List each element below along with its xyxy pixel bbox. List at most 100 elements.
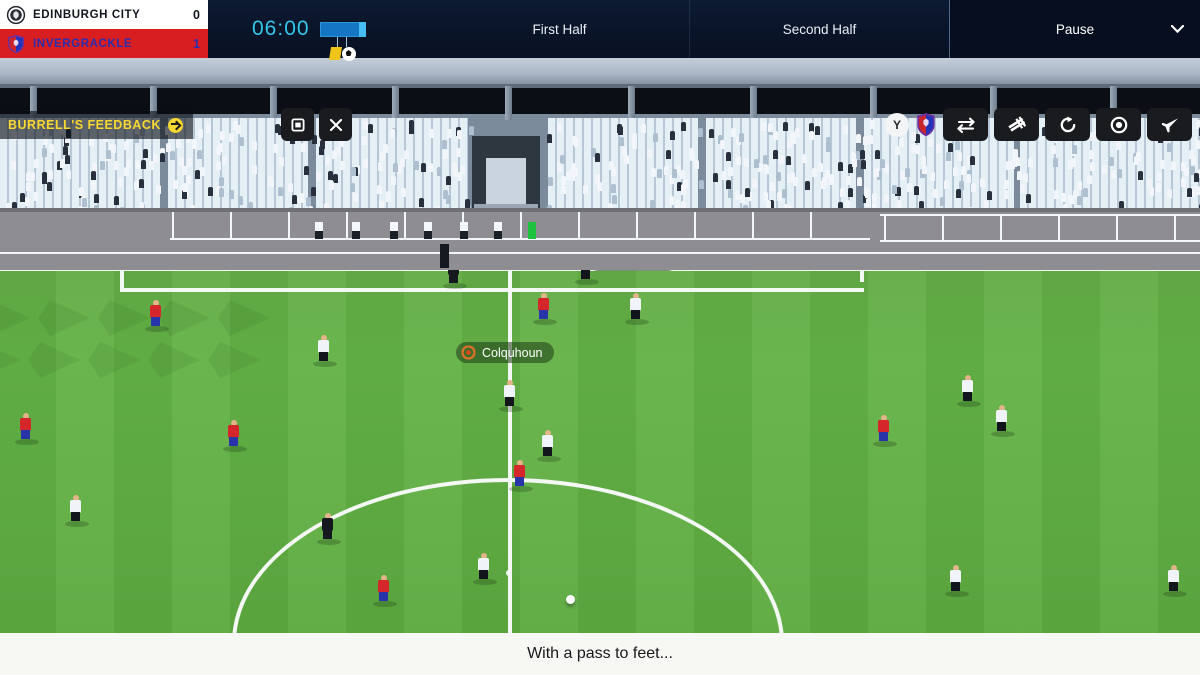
crowd-figure: [195, 170, 200, 179]
replay-button[interactable]: [1045, 108, 1090, 141]
crowd-figure: [437, 167, 442, 176]
crowd-figure: [572, 136, 577, 145]
player-figure[interactable]: [509, 460, 533, 492]
player-nametag[interactable]: Thomson: [588, 270, 679, 271]
pitch-surround: [0, 208, 1200, 273]
crowd-figure: [118, 178, 123, 187]
crowd-figure: [790, 131, 795, 140]
roof-pillar: [870, 86, 877, 120]
crowd-figure: [955, 141, 960, 150]
crowd-figure: [183, 183, 188, 192]
tab-second-half[interactable]: Second Half: [690, 0, 950, 58]
manager-figure: [440, 244, 449, 268]
crowd-figure: [946, 152, 951, 161]
rail-bar: [880, 214, 1200, 216]
home-team-row[interactable]: EDINBURGH CITY 0: [0, 0, 208, 29]
player-figure[interactable]: [223, 420, 247, 452]
crowd-figure: [860, 150, 865, 159]
substitute-figure: [424, 222, 432, 239]
away-team-score: 1: [193, 36, 200, 51]
player-figure[interactable]: [575, 270, 599, 285]
crowd-figure: [443, 150, 448, 159]
crowd-figure: [292, 195, 297, 204]
crowd-figure: [1156, 183, 1161, 192]
crowd-figure: [153, 154, 158, 163]
crowd-figure: [170, 151, 175, 160]
tab-first-half[interactable]: First Half: [430, 0, 690, 58]
crowd-figure: [583, 185, 588, 194]
crowd-figure: [783, 122, 788, 131]
chevron-down-icon[interactable]: [1171, 25, 1184, 33]
crowd-figure: [612, 195, 617, 204]
tray-invergrackle-crest[interactable]: [915, 112, 937, 138]
crowd-figure: [720, 140, 725, 149]
player-figure[interactable]: [373, 575, 397, 607]
crowd-figure: [557, 163, 562, 172]
team-scores: EDINBURGH CITY 0 INVERGRACKLE 1: [0, 0, 208, 58]
crowd-figure: [1160, 160, 1165, 169]
player-figure[interactable]: [957, 375, 981, 407]
tactics-button[interactable]: [994, 108, 1039, 141]
player-figure[interactable]: [145, 300, 169, 332]
crowd-figure: [304, 166, 309, 175]
crowd-figure: [961, 166, 966, 175]
edinburgh-city-crest: [6, 5, 26, 25]
player-figure[interactable]: [625, 293, 649, 325]
crowd-figure: [681, 186, 686, 195]
player-figure[interactable]: [991, 405, 1015, 437]
crowd-figure: [694, 160, 699, 169]
feedback-banner[interactable]: BURRELL'S FEEDBACK: [0, 111, 193, 139]
crowd-figure: [1072, 145, 1077, 154]
crowd-figure: [279, 157, 284, 166]
crowd-figure: [953, 167, 958, 176]
shout-button[interactable]: [1147, 108, 1192, 141]
crowd-figure: [378, 162, 383, 171]
away-team-row[interactable]: INVERGRACKLE 1: [0, 29, 208, 58]
maximize-button[interactable]: [281, 108, 314, 141]
player-figure[interactable]: [499, 380, 523, 412]
crowd-figure: [840, 188, 845, 197]
crowd-figure: [1004, 190, 1009, 199]
football-icon[interactable]: [341, 46, 356, 61]
crowd-figure: [1116, 141, 1121, 150]
rail-post: [1174, 214, 1176, 242]
close-button[interactable]: [319, 108, 352, 141]
player-figure[interactable]: [65, 495, 89, 527]
commentary-text: With a pass to feet...: [527, 645, 673, 662]
player-figure[interactable]: [533, 293, 557, 325]
crowd-figure: [1087, 175, 1092, 184]
yellow-card-icon[interactable]: [328, 46, 342, 60]
match-timeline[interactable]: [319, 21, 366, 61]
record-button[interactable]: [1096, 108, 1141, 141]
crowd-figure: [1090, 162, 1095, 171]
arrow-right-circle-icon[interactable]: [167, 117, 183, 133]
referee-figure[interactable]: [317, 513, 341, 545]
crowd-figure: [401, 188, 406, 197]
crowd-figure: [60, 159, 65, 168]
crowd-figure: [278, 187, 283, 196]
crowd-figure: [745, 188, 750, 197]
referee-figure[interactable]: [443, 270, 467, 289]
player-figure[interactable]: [1163, 565, 1187, 597]
player-figure[interactable]: [15, 413, 39, 445]
pause-button[interactable]: Pause: [950, 0, 1200, 58]
crowd-figure: [216, 146, 221, 155]
player-figure[interactable]: [313, 335, 337, 367]
crowd-figure: [386, 193, 391, 202]
roof-pillar: [270, 86, 277, 120]
player-figure[interactable]: [537, 430, 561, 462]
crowd-figure: [368, 124, 373, 133]
crowd-figure: [547, 134, 552, 143]
crowd-figure: [1167, 143, 1172, 152]
player-nametag[interactable]: Colquhoun: [456, 342, 555, 363]
substitutions-button[interactable]: [943, 108, 988, 141]
substitute-figure: [528, 222, 536, 239]
player-figure[interactable]: [473, 553, 497, 585]
pitch[interactable]: Thomson Colquhoun: [0, 270, 1200, 675]
rail-post: [520, 210, 522, 240]
crowd-figure: [566, 171, 571, 180]
player-figure[interactable]: [945, 565, 969, 597]
player-indicator-badge[interactable]: Y: [885, 112, 909, 137]
crowd-figure: [219, 177, 224, 186]
player-figure[interactable]: [873, 415, 897, 447]
